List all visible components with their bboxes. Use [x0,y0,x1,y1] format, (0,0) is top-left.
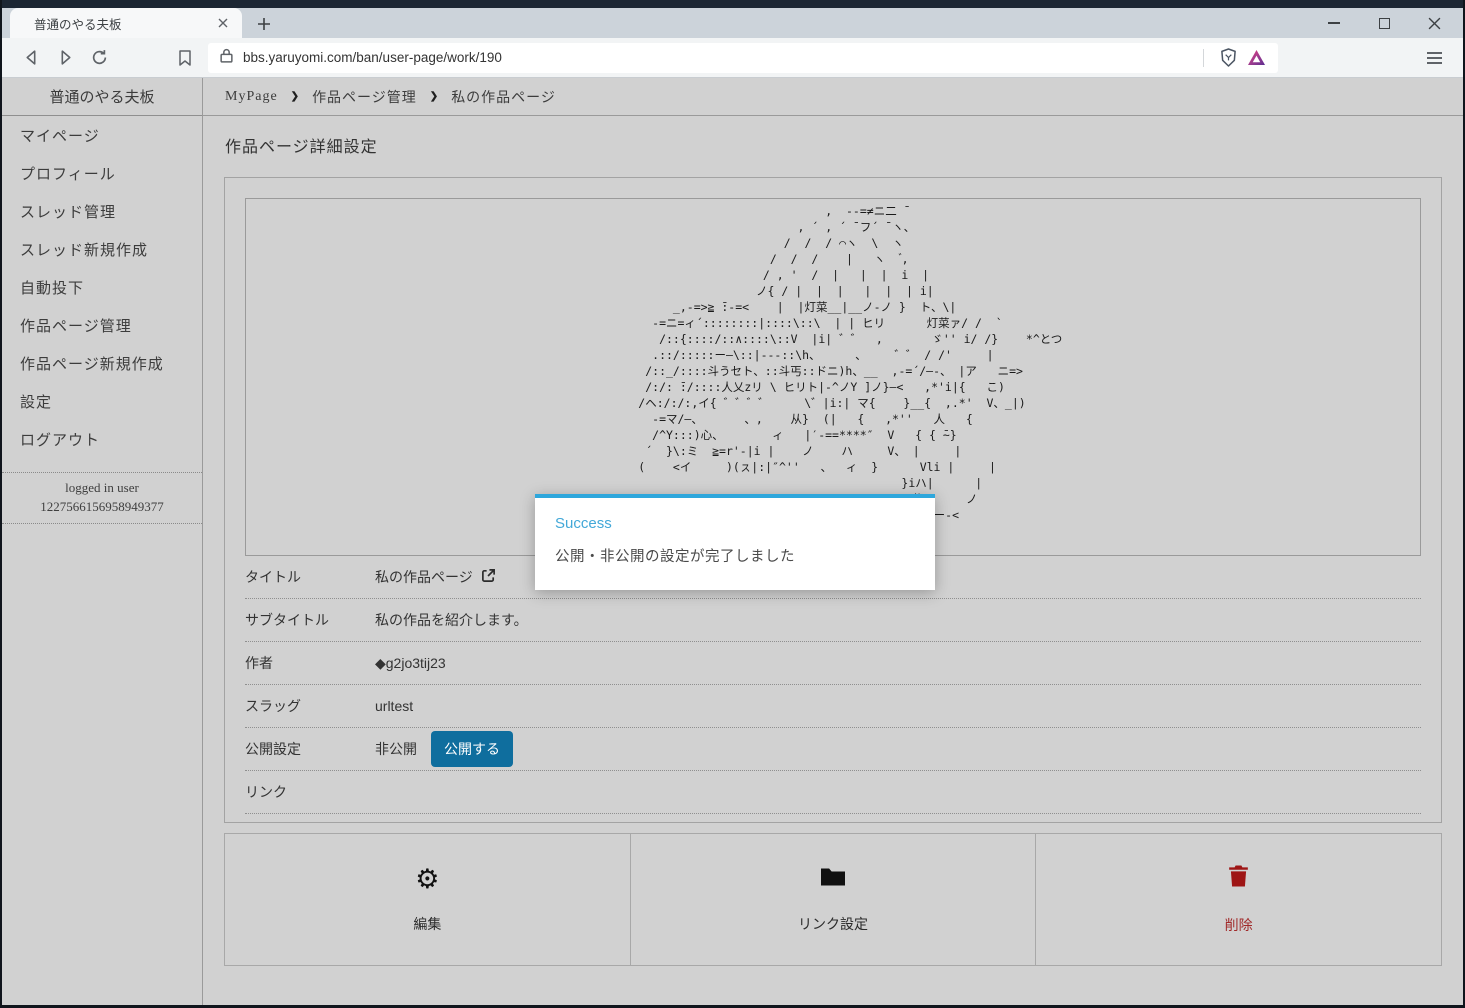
toast-title: Success [555,515,915,532]
detail-label: リンク [245,782,375,802]
logged-in-user-box: logged in user 1227566156958949377 [2,472,202,524]
sidebar-item-settings[interactable]: 設定 [2,382,202,420]
link-settings-label: リンク設定 [798,914,868,934]
sidebar: 普通のやる夫板 マイページ プロフィール スレッド管理 スレッド新規作成 自動投… [2,78,203,1006]
back-icon[interactable] [16,43,46,73]
detail-value-slug: urltest [375,698,413,714]
publish-button[interactable]: 公開する [431,731,513,767]
sidebar-item-thread-new[interactable]: スレッド新規作成 [2,230,202,268]
detail-label: タイトル [245,567,375,587]
folder-icon [820,865,846,892]
bat-triangle-icon[interactable] [1242,45,1270,71]
detail-value-title: 私の作品ページ [375,567,473,587]
breadcrumb-current: 私の作品ページ [451,87,556,107]
delete-label: 削除 [1225,915,1253,935]
tab-bar: 普通のやる夫板 [2,8,1463,38]
new-tab-icon[interactable] [250,10,278,38]
url-bar[interactable]: bbs.yaruyomi.com/ban/user-page/work/190 [208,43,1278,73]
window-controls [1323,8,1453,38]
main-content: MyPage ❯ 作品ページ管理 ❯ 私の作品ページ 作品ページ詳細設定 , -… [203,78,1463,1006]
page-title: 作品ページ詳細設定 [225,133,1463,157]
sidebar-board-title: 普通のやる夫板 [2,78,202,116]
detail-row-subtitle: サブタイトル 私の作品を紹介します。 [245,599,1421,642]
detail-label: 公開設定 [245,739,375,759]
url-divider [1203,49,1204,67]
action-bar: ⚙ 編集 リンク設定 削除 [224,833,1442,966]
logged-in-label: logged in user [2,478,202,497]
detail-label: サブタイトル [245,610,375,630]
sidebar-item-logout[interactable]: ログアウト [2,420,202,458]
sidebar-item-mypage[interactable]: マイページ [2,116,202,154]
sidebar-item-auto-post[interactable]: 自動投下 [2,268,202,306]
delete-button[interactable]: 削除 [1036,833,1442,966]
lock-icon [220,48,233,68]
detail-label: 作者 [245,653,375,673]
sidebar-item-workpage-manage[interactable]: 作品ページ管理 [2,306,202,344]
forward-icon[interactable] [50,43,80,73]
tab-title: 普通のやる夫板 [34,14,214,33]
browser-window: 普通のやる夫板 [0,0,1465,1008]
window-top-edge [2,0,1463,8]
breadcrumb-workpage-manage[interactable]: 作品ページ管理 [312,87,417,107]
maximize-icon[interactable] [1373,12,1395,34]
logged-in-user-id: 1227566156958949377 [2,497,202,516]
toast-message: 公開・非公開の設定が完了しました [555,545,915,566]
success-toast: Success 公開・非公開の設定が完了しました [535,494,935,590]
trash-icon [1228,864,1249,893]
breadcrumb-separator-icon: ❯ [291,91,299,102]
bookmark-icon[interactable] [170,43,200,73]
detail-label: スラッグ [245,696,375,716]
reload-icon[interactable] [84,43,114,73]
external-link-icon[interactable] [481,568,496,586]
gear-icon: ⚙ [415,866,439,892]
breadcrumb: MyPage ❯ 作品ページ管理 ❯ 私の作品ページ [203,78,1463,116]
edit-label: 編集 [413,914,441,934]
brave-shield-icon[interactable] [1214,45,1242,71]
tab-close-icon[interactable] [214,14,232,32]
browser-toolbar: bbs.yaruyomi.com/ban/user-page/work/190 [2,38,1463,78]
breadcrumb-mypage[interactable]: MyPage [225,89,278,105]
detail-value-subtitle: 私の作品を紹介します。 [375,610,528,630]
detail-value-author: ◆g2jo3tij23 [375,655,446,672]
browser-tab[interactable]: 普通のやる夫板 [10,8,242,38]
detail-row-slug: スラッグ urltest [245,685,1421,728]
sidebar-item-workpage-new[interactable]: 作品ページ新規作成 [2,344,202,382]
detail-row-author: 作者 ◆g2jo3tij23 [245,642,1421,685]
minimize-icon[interactable] [1323,12,1345,34]
edit-button[interactable]: ⚙ 編集 [224,833,631,966]
url-text: bbs.yaruyomi.com/ban/user-page/work/190 [243,50,1193,65]
sidebar-item-thread-manage[interactable]: スレッド管理 [2,192,202,230]
page-body: 普通のやる夫板 マイページ プロフィール スレッド管理 スレッド新規作成 自動投… [2,78,1463,1006]
detail-row-publish: 公開設定 非公開 公開する [245,728,1421,771]
link-settings-button[interactable]: リンク設定 [631,833,1037,966]
publish-status: 非公開 [375,739,417,759]
close-icon[interactable] [1423,12,1445,34]
detail-row-link: リンク [245,771,1421,814]
breadcrumb-separator-icon: ❯ [430,91,438,102]
menu-icon[interactable] [1419,43,1449,73]
sidebar-item-profile[interactable]: プロフィール [2,154,202,192]
